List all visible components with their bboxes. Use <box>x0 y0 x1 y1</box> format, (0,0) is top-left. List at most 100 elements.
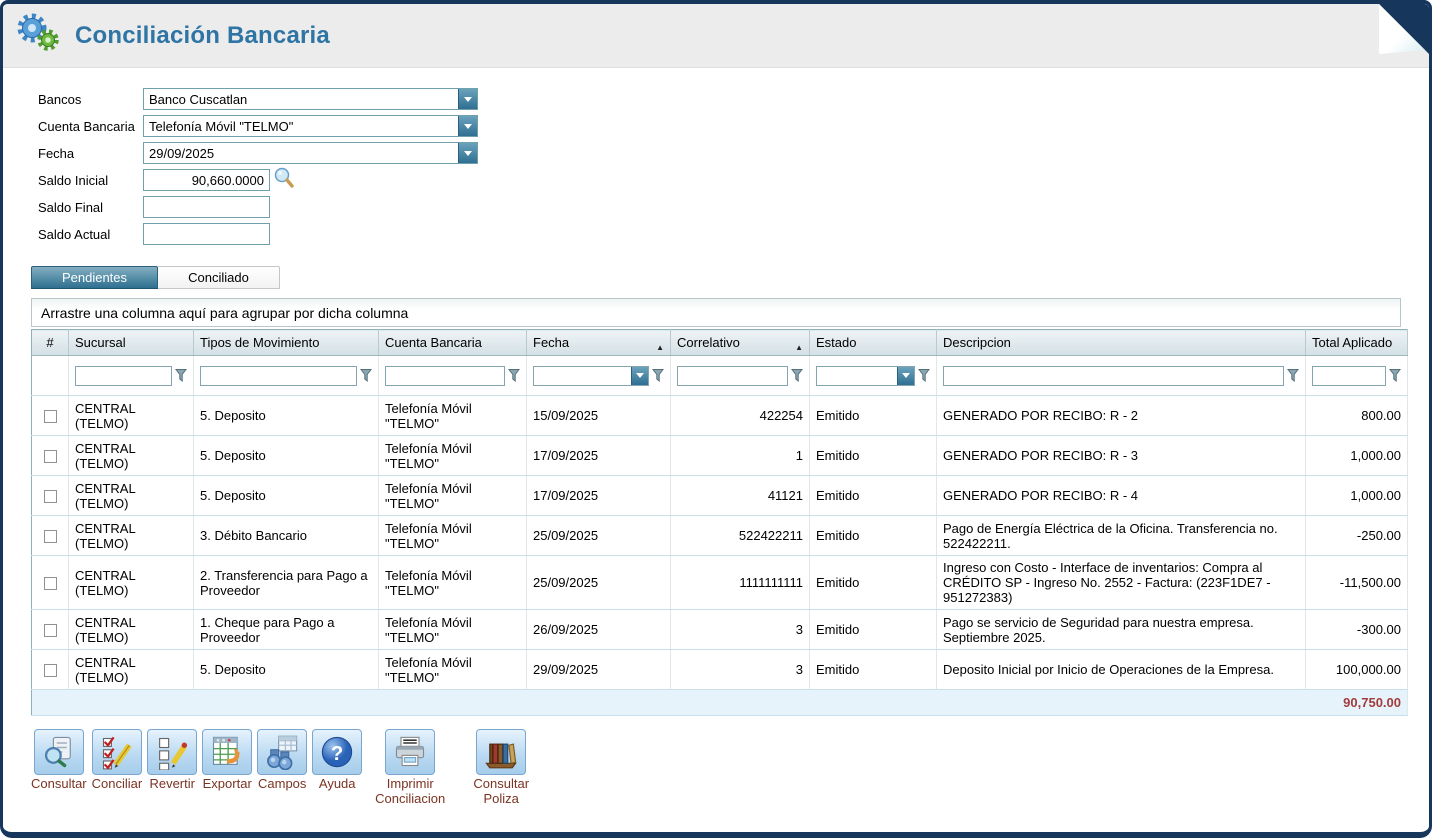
row-checkbox[interactable] <box>44 450 57 463</box>
chevron-down-icon[interactable] <box>458 143 477 163</box>
column-header-cuenta-bancaria[interactable]: Cuenta Bancaria <box>379 330 527 356</box>
saldo-actual-label: Saldo Actual <box>38 227 143 242</box>
column-header-descripcion[interactable]: Descripcion <box>937 330 1306 356</box>
row-checkbox[interactable] <box>44 530 57 543</box>
gears-icon <box>15 12 61 59</box>
column-header-number[interactable]: # <box>32 330 69 356</box>
cell-cuenta: Telefonía Móvil "TELMO" <box>379 650 527 690</box>
cell-tipo: 5. Deposito <box>194 650 379 690</box>
cell-fecha: 29/09/2025 <box>527 650 671 690</box>
cell-sucursal: CENTRAL (TELMO) <box>69 436 194 476</box>
filter-funnel-icon[interactable] <box>1389 369 1401 382</box>
magnifier-lookup-icon[interactable] <box>273 167 295 194</box>
row-checkbox[interactable] <box>44 577 57 590</box>
row-checkbox[interactable] <box>44 664 57 677</box>
title-bar: Conciliación Bancaria <box>3 4 1429 68</box>
consultar-button[interactable]: Consultar <box>31 729 87 792</box>
chevron-down-icon[interactable] <box>631 367 648 385</box>
column-header-estado[interactable]: Estado <box>810 330 937 356</box>
cell-tipo: 2. Transferencia para Pago a Proveedor <box>194 556 379 610</box>
table-row: CENTRAL (TELMO)5. DepositoTelefonía Móvi… <box>32 650 1408 690</box>
tab-conciliado[interactable]: Conciliado <box>158 266 280 289</box>
cell-correlativo: 41121 <box>671 476 810 516</box>
filter-funnel-icon[interactable] <box>360 369 372 382</box>
filter-descripcion-input[interactable] <box>943 366 1284 386</box>
campos-button[interactable]: Campos <box>257 729 307 792</box>
filter-sucursal-input[interactable] <box>75 366 172 386</box>
printer-icon <box>392 734 428 770</box>
filter-funnel-icon[interactable] <box>652 369 664 382</box>
table-row: CENTRAL (TELMO)1. Cheque para Pago a Pro… <box>32 610 1408 650</box>
filter-tipos-input[interactable] <box>200 366 357 386</box>
column-header-sucursal[interactable]: Sucursal <box>69 330 194 356</box>
row-select-cell <box>32 476 69 516</box>
cell-sucursal: CENTRAL (TELMO) <box>69 476 194 516</box>
saldo-inicial-input[interactable] <box>143 169 270 191</box>
column-header-tipos-movimiento[interactable]: Tipos de Movimiento <box>194 330 379 356</box>
cell-tipo: 5. Deposito <box>194 476 379 516</box>
filter-funnel-icon[interactable] <box>1287 369 1299 382</box>
filter-funnel-icon[interactable] <box>791 369 803 382</box>
row-checkbox[interactable] <box>44 410 57 423</box>
chevron-down-icon[interactable] <box>458 116 477 136</box>
row-checkbox[interactable] <box>44 624 57 637</box>
cell-sucursal: CENTRAL (TELMO) <box>69 516 194 556</box>
header-row: # Sucursal Tipos de Movimiento Cuenta Ba… <box>32 330 1408 356</box>
cell-descripcion: Pago se servicio de Seguridad para nuest… <box>937 610 1306 650</box>
bancos-value: Banco Cuscatlan <box>144 89 458 109</box>
cell-total: 1,000.00 <box>1306 476 1408 516</box>
tab-pendientes[interactable]: Pendientes <box>31 266 158 289</box>
cell-correlativo: 1111111111 <box>671 556 810 610</box>
saldo-final-label: Saldo Final <box>38 200 143 215</box>
cell-sucursal: CENTRAL (TELMO) <box>69 556 194 610</box>
filter-funnel-icon[interactable] <box>918 369 930 382</box>
group-by-panel[interactable]: Arrastre una columna aquí para agrupar p… <box>31 298 1401 327</box>
ayuda-button[interactable]: ? Ayuda <box>312 729 362 792</box>
footer-row: 90,750.00 <box>32 690 1408 716</box>
imprimir-conciliacion-button[interactable]: Imprimir Conciliacion <box>367 729 453 807</box>
filter-form: Bancos Banco Cuscatlan Cuenta Bancaria T… <box>38 88 1401 245</box>
bottom-toolbar: Consultar Conciliar <box>31 729 1401 807</box>
table-row: CENTRAL (TELMO)5. DepositoTelefonía Móvi… <box>32 396 1408 436</box>
export-spreadsheet-icon <box>209 734 245 770</box>
filter-funnel-icon[interactable] <box>508 369 520 382</box>
filter-cuenta-input[interactable] <box>385 366 505 386</box>
cell-cuenta: Telefonía Móvil "TELMO" <box>379 396 527 436</box>
cuenta-bancaria-dropdown[interactable]: Telefonía Móvil "TELMO" <box>143 115 478 137</box>
row-checkbox[interactable] <box>44 490 57 503</box>
exportar-button[interactable]: Exportar <box>202 729 252 792</box>
cell-total: 1,000.00 <box>1306 436 1408 476</box>
cell-cuenta: Telefonía Móvil "TELMO" <box>379 436 527 476</box>
footer-total: 90,750.00 <box>32 690 1408 716</box>
filter-cell-empty <box>32 356 69 396</box>
cell-descripcion: Ingreso con Costo - Interface de inventa… <box>937 556 1306 610</box>
cell-fecha: 15/09/2025 <box>527 396 671 436</box>
cell-tipo: 5. Deposito <box>194 436 379 476</box>
consultar-poliza-button[interactable]: Consultar Poliza <box>458 729 544 807</box>
saldo-final-input[interactable] <box>143 196 270 218</box>
chevron-down-icon[interactable] <box>897 367 914 385</box>
row-select-cell <box>32 650 69 690</box>
cell-estado: Emitido <box>810 610 937 650</box>
conciliar-button[interactable]: Conciliar <box>92 729 143 792</box>
bancos-dropdown[interactable]: Banco Cuscatlan <box>143 88 478 110</box>
page-corner-fold-icon <box>1379 4 1429 54</box>
sort-ascending-icon <box>795 338 803 353</box>
column-header-correlativo[interactable]: Correlativo <box>671 330 810 356</box>
column-header-total-aplicado[interactable]: Total Aplicado <box>1306 330 1408 356</box>
filter-total-input[interactable] <box>1312 366 1386 386</box>
filter-correlativo-input[interactable] <box>677 366 788 386</box>
filter-funnel-icon[interactable] <box>175 369 187 382</box>
table-row: CENTRAL (TELMO)3. Débito BancarioTelefon… <box>32 516 1408 556</box>
cuenta-bancaria-label: Cuenta Bancaria <box>38 119 143 134</box>
cell-tipo: 5. Deposito <box>194 396 379 436</box>
column-header-fecha[interactable]: Fecha <box>527 330 671 356</box>
cell-descripcion: Pago de Energía Eléctrica de la Oficina.… <box>937 516 1306 556</box>
fecha-dropdown[interactable]: 29/09/2025 <box>143 142 478 164</box>
saldo-actual-input[interactable] <box>143 223 270 245</box>
chevron-down-icon[interactable] <box>458 89 477 109</box>
cell-correlativo: 522422211 <box>671 516 810 556</box>
cell-correlativo: 1 <box>671 436 810 476</box>
cell-estado: Emitido <box>810 650 937 690</box>
revertir-button[interactable]: Revertir <box>147 729 197 792</box>
